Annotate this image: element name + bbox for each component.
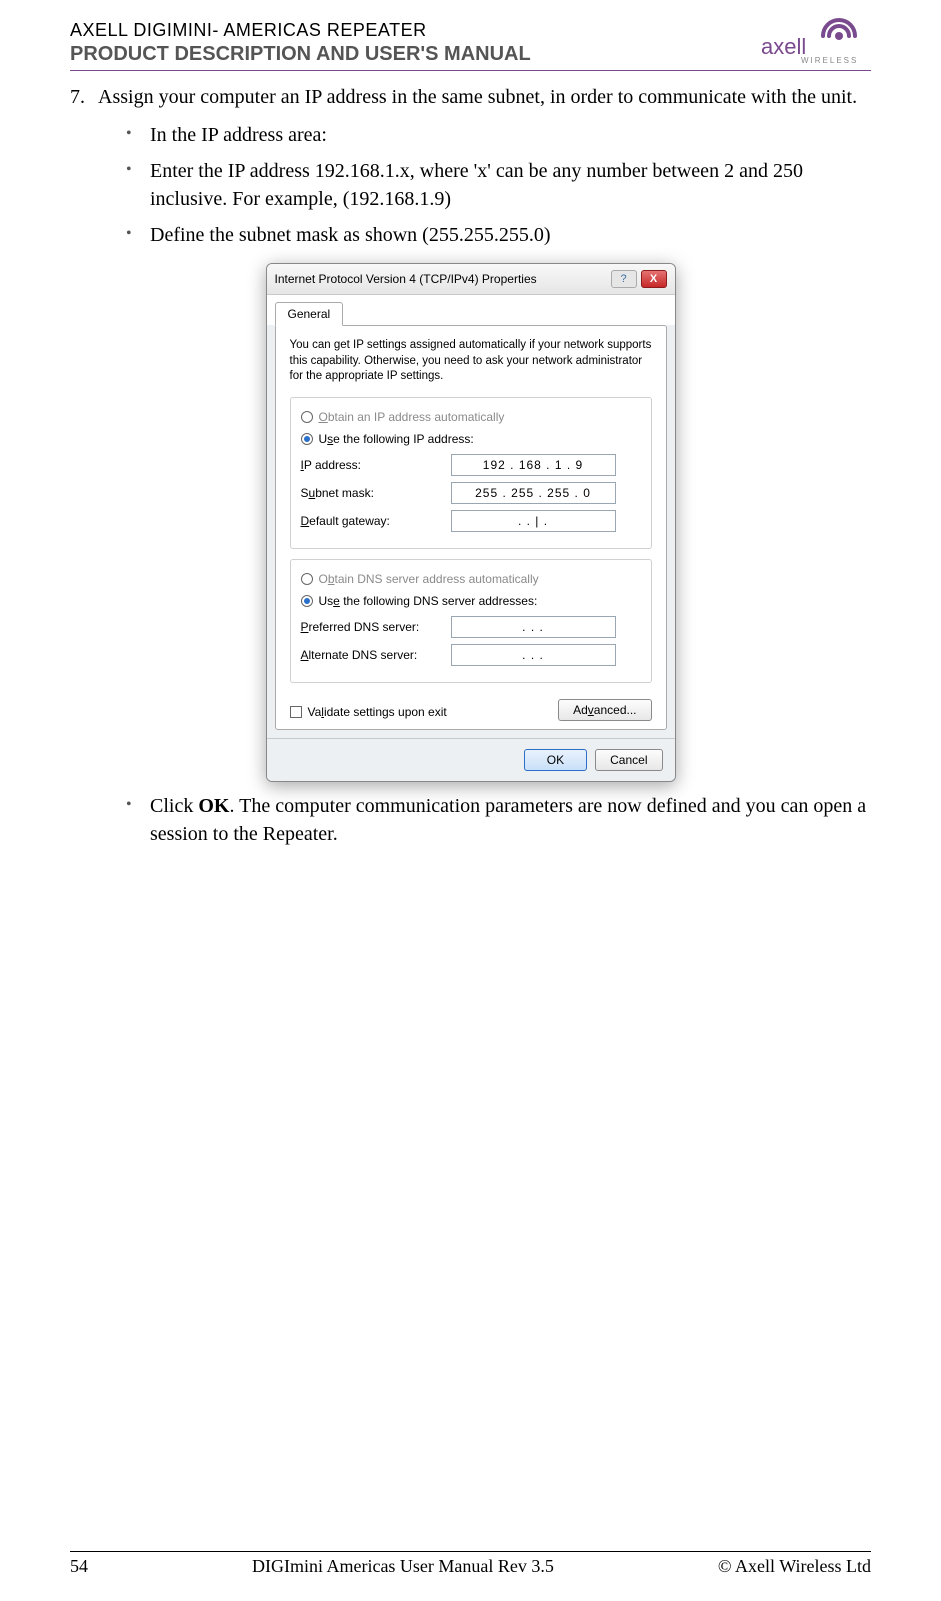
page-header: AXELL DIGIMINI- AMERICAS REPEATER PRODUC… bbox=[70, 20, 871, 71]
advanced-button[interactable]: Advanced... bbox=[558, 699, 651, 721]
header-doc-title: PRODUCT DESCRIPTION AND USER'S MANUAL bbox=[70, 43, 871, 66]
radio-label: Obtain DNS server address automatically bbox=[319, 572, 539, 586]
dns-group: Obtain DNS server address automatically … bbox=[290, 559, 652, 683]
radio-use-following-dns[interactable]: Use the following DNS server addresses: bbox=[301, 594, 641, 608]
radio-icon bbox=[301, 433, 313, 445]
ip-address-input[interactable]: 192 . 168 . 1 . 9 bbox=[451, 454, 616, 476]
preferred-dns-input[interactable]: . . . bbox=[451, 616, 616, 638]
radio-icon bbox=[301, 573, 313, 585]
radio-obtain-ip-auto[interactable]: Obtain an IP address automatically bbox=[301, 410, 641, 424]
ip-group: Obtain an IP address automatically Use t… bbox=[290, 397, 652, 549]
footer-doc-title: DIGImini Americas User Manual Rev 3.5 bbox=[252, 1556, 554, 1577]
radio-label: Obtain an IP address automatically bbox=[319, 410, 505, 424]
bullet-icon: • bbox=[126, 221, 150, 249]
default-gateway-input[interactable]: . . | . bbox=[451, 510, 616, 532]
axell-logo-icon: axell WIRELESS bbox=[761, 16, 871, 64]
help-button[interactable]: ? bbox=[611, 270, 637, 288]
preferred-dns-label: Preferred DNS server: bbox=[301, 620, 451, 634]
tab-strip: General bbox=[267, 295, 675, 325]
dialog-titlebar: Internet Protocol Version 4 (TCP/IPv4) P… bbox=[267, 264, 675, 295]
bullet-text: Click OK. The computer communication par… bbox=[150, 792, 871, 848]
tab-body: You can get IP settings assigned automat… bbox=[275, 325, 667, 730]
text-fragment: Click bbox=[150, 795, 198, 817]
text-fragment: . The computer communication parameters … bbox=[150, 795, 866, 845]
dialog-footer: OK Cancel bbox=[267, 738, 675, 781]
brand-logo: axell WIRELESS bbox=[761, 16, 871, 64]
radio-icon bbox=[301, 595, 313, 607]
step-7: 7. Assign your computer an IP address in… bbox=[70, 83, 871, 111]
step-number: 7. bbox=[70, 83, 98, 111]
dialog-title: Internet Protocol Version 4 (TCP/IPv4) P… bbox=[275, 272, 607, 286]
bullet-icon: • bbox=[126, 121, 150, 149]
cancel-button[interactable]: Cancel bbox=[595, 749, 662, 771]
radio-obtain-dns-auto[interactable]: Obtain DNS server address automatically bbox=[301, 572, 641, 586]
bullet-text: Define the subnet mask as shown (255.255… bbox=[150, 221, 551, 249]
bullet-item: • In the IP address area: bbox=[126, 121, 871, 149]
subnet-mask-label: Subnet mask: bbox=[301, 486, 451, 500]
radio-label: Use the following IP address: bbox=[319, 432, 474, 446]
bullet-icon: • bbox=[126, 157, 150, 213]
logo-sub: WIRELESS bbox=[801, 56, 858, 64]
ok-button[interactable]: OK bbox=[524, 749, 587, 771]
bullet-item: • Enter the IP address 192.168.1.x, wher… bbox=[126, 157, 871, 213]
ip-address-label: IP address: bbox=[301, 458, 451, 472]
subnet-mask-input[interactable]: 255 . 255 . 255 . 0 bbox=[451, 482, 616, 504]
bullet-item: • Define the subnet mask as shown (255.2… bbox=[126, 221, 871, 249]
tab-general[interactable]: General bbox=[275, 302, 344, 326]
alternate-dns-input[interactable]: . . . bbox=[451, 644, 616, 666]
text-bold: OK bbox=[198, 795, 229, 817]
close-button[interactable]: X bbox=[641, 270, 667, 288]
logo-text: axell bbox=[761, 34, 806, 59]
alternate-dns-label: Alternate DNS server: bbox=[301, 648, 451, 662]
radio-use-following-ip[interactable]: Use the following IP address: bbox=[301, 432, 641, 446]
dialog-description: You can get IP settings assigned automat… bbox=[290, 338, 652, 385]
validate-label: Validate settings upon exit bbox=[308, 705, 447, 719]
radio-label: Use the following DNS server addresses: bbox=[319, 594, 538, 608]
page-number: 54 bbox=[70, 1556, 88, 1577]
footer-copyright: © Axell Wireless Ltd bbox=[718, 1556, 871, 1577]
bullet-text: In the IP address area: bbox=[150, 121, 327, 149]
header-product-line: AXELL DIGIMINI- AMERICAS REPEATER bbox=[70, 20, 871, 41]
checkbox-icon bbox=[290, 706, 302, 718]
radio-icon bbox=[301, 411, 313, 423]
step-text: Assign your computer an IP address in th… bbox=[98, 83, 857, 111]
bullet-icon: • bbox=[126, 792, 150, 848]
bullet-text: Enter the IP address 192.168.1.x, where … bbox=[150, 157, 871, 213]
validate-checkbox-row[interactable]: Validate settings upon exit bbox=[290, 705, 447, 719]
ipv4-properties-dialog: Internet Protocol Version 4 (TCP/IPv4) P… bbox=[266, 263, 676, 782]
bullet-item: • Click OK. The computer communication p… bbox=[126, 792, 871, 848]
page-footer: 54 DIGImini Americas User Manual Rev 3.5… bbox=[70, 1551, 871, 1577]
default-gateway-label: Default gateway: bbox=[301, 514, 451, 528]
